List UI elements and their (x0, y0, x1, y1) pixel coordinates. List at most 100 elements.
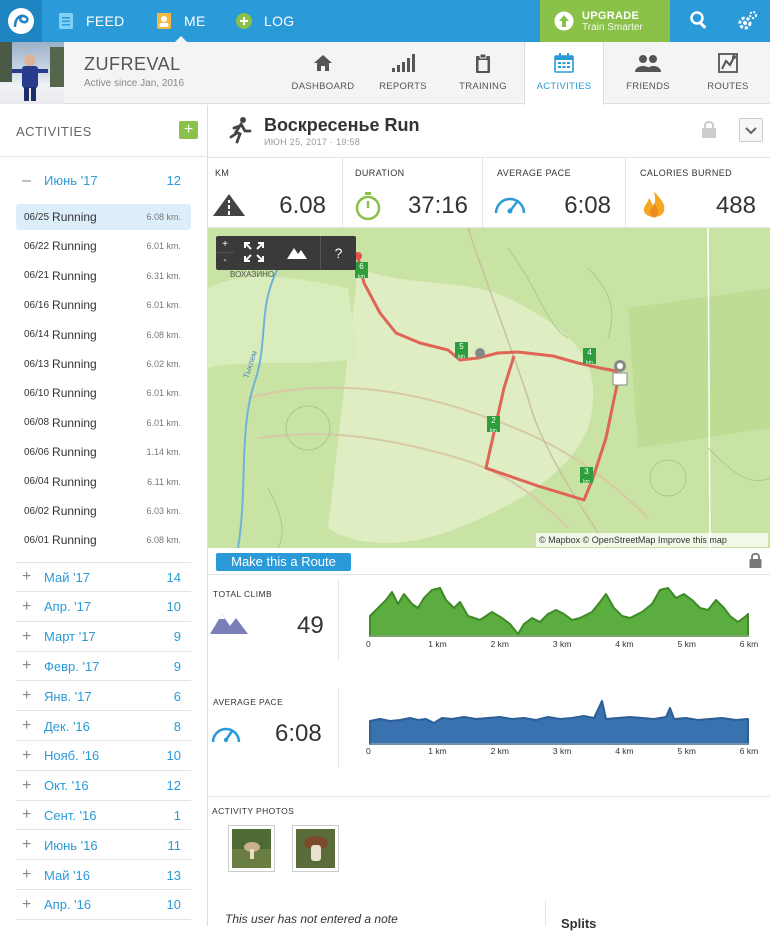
activity-list-item[interactable]: 06/10 Running 6.01 km. (16, 380, 191, 406)
activity-list-item[interactable]: 06/01 Running 6.08 km. (16, 527, 191, 553)
expand-plus-icon[interactable]: + (16, 657, 44, 675)
month-group[interactable]: + Окт. '16 12 (16, 772, 191, 801)
month-group[interactable]: + Нояб. '16 10 (16, 742, 191, 771)
photo-thumbnail[interactable] (292, 825, 339, 872)
mountain-icon (210, 614, 248, 634)
tab-training[interactable]: TRAINING (443, 42, 523, 104)
tab-dashboard[interactable]: DASHBOARD (283, 42, 363, 104)
lock-icon[interactable] (701, 121, 717, 144)
tab-reports[interactable]: REPORTS (363, 42, 443, 104)
map-lock-icon[interactable] (749, 552, 762, 573)
tab-activities[interactable]: ACTIVITIES (524, 42, 604, 105)
month-group[interactable]: + Июнь '16 11 (16, 831, 191, 861)
activity-list-item[interactable]: 06/06 Running 1.14 km. (16, 439, 191, 465)
activity-list-item[interactable]: 06/08 Running 6.01 km. (16, 410, 191, 436)
activity-list-item[interactable]: 06/04 Running 6.11 km. (16, 469, 191, 495)
route-map[interactable] (208, 228, 770, 548)
search-icon[interactable] (690, 11, 708, 34)
fullscreen-icon[interactable] (244, 242, 264, 267)
activity-type: Running (52, 415, 97, 430)
route-map-icon (718, 53, 738, 73)
settings-gear-icon[interactable] (736, 10, 758, 37)
month-group[interactable]: + Май '17 14 (16, 563, 191, 592)
x-tick-label: 5 km (677, 746, 696, 756)
km-marker-5[interactable]: 5 km (455, 342, 468, 360)
month-group[interactable]: + Янв. '17 6 (16, 682, 191, 712)
expand-plus-icon[interactable]: + (16, 628, 44, 646)
expand-plus-icon[interactable]: + (16, 866, 44, 884)
activity-list-item[interactable]: 06/13 Running 6.02 km. (16, 351, 191, 377)
activity-type: Running (52, 504, 97, 518)
stat-duration-label: DURATION (355, 168, 405, 178)
month-group[interactable]: + Март '17 9 (16, 623, 191, 652)
expand-plus-icon[interactable]: + (16, 598, 44, 616)
upgrade-button[interactable]: UPGRADE Train Smarter (540, 0, 670, 42)
zoom-out-button[interactable]: - (216, 253, 234, 270)
km-marker-4[interactable]: 4 km (583, 348, 596, 366)
nav-me-label: ME (184, 13, 206, 29)
activity-note: This user has not entered a note (225, 912, 398, 926)
divider (338, 580, 339, 660)
activity-list-item[interactable]: 06/16 Running 6.01 km. (16, 292, 191, 318)
month-group[interactable]: + Апр. '17 10 (16, 593, 191, 622)
month-group[interactable]: + Апр. '16 10 (16, 891, 191, 920)
nav-feed[interactable]: FEED (58, 0, 125, 42)
km-marker-3[interactable]: 3 km (580, 467, 593, 485)
avatar[interactable] (0, 42, 64, 104)
activity-menu-dropdown[interactable] (739, 118, 763, 142)
osm-attribution-link[interactable]: © OpenStreetMap (583, 535, 656, 545)
month-label: Июнь '17 (44, 173, 98, 188)
make-route-button[interactable]: Make this a Route (216, 553, 351, 571)
month-group[interactable]: + Май '16 13 (16, 861, 191, 890)
activity-list-item[interactable]: 06/22 Running 6.01 km. (16, 233, 191, 259)
month-group[interactable]: + Сент. '16 1 (16, 801, 191, 831)
photo-mushroom-cap (296, 829, 335, 868)
terrain-icon[interactable] (286, 244, 308, 265)
nav-log[interactable]: LOG (236, 0, 294, 42)
tab-activities-label: ACTIVITIES (536, 81, 592, 92)
activity-list-item[interactable]: 06/21 Running 6.31 km. (16, 263, 191, 289)
add-activity-button[interactable]: + (179, 121, 198, 139)
expand-plus-icon[interactable]: + (16, 717, 44, 735)
month-label: Янв. '17 (44, 688, 92, 704)
expand-plus-icon[interactable]: + (16, 896, 44, 914)
pace-speedometer-icon (211, 727, 241, 743)
tab-routes[interactable]: ROUTES (688, 42, 768, 104)
expand-plus-icon[interactable]: + (16, 806, 44, 824)
expand-plus-icon[interactable]: + (16, 747, 44, 765)
flame-icon (643, 191, 665, 218)
stat-km-value: 6.08 (279, 192, 326, 219)
expand-plus-icon[interactable]: + (16, 836, 44, 854)
nav-feed-label: FEED (86, 13, 125, 29)
upgrade-arrow-icon (554, 11, 574, 31)
photo-mushroom-grass (232, 829, 271, 868)
month-group[interactable]: + Дек. '16 8 (16, 712, 191, 741)
calendar-icon (554, 53, 574, 73)
improve-map-link[interactable]: Improve this map (658, 535, 727, 545)
activity-list-item[interactable]: 06/02 Running 6.03 km. (16, 498, 191, 524)
tab-routes-label: ROUTES (707, 81, 749, 92)
expand-plus-icon[interactable]: + (16, 777, 44, 795)
activity-list-item[interactable]: 06/25 Running 6.08 km. (16, 204, 191, 230)
expand-plus-icon[interactable]: + (16, 568, 44, 586)
zoom-in-button[interactable]: + (216, 236, 234, 253)
expand-plus-icon[interactable]: + (16, 687, 44, 705)
month-group-expanded[interactable]: – Июнь '17 12 (16, 166, 191, 195)
activity-distance: 1.14 km. (146, 447, 181, 458)
km-marker-start[interactable]: 6 km (355, 262, 368, 280)
activity-distance: 6.08 km. (146, 329, 181, 340)
activity-type: Running (52, 239, 97, 254)
tab-friends[interactable]: FRIENDS (608, 42, 688, 104)
collapse-toggle[interactable]: – (16, 172, 44, 190)
app-logo[interactable] (0, 0, 42, 42)
mapbox-attribution-link[interactable]: © Mapbox (539, 535, 580, 545)
photo-thumbnail[interactable] (228, 825, 275, 872)
activity-list-item[interactable]: 06/14 Running 6.08 km. (16, 322, 191, 348)
month-group[interactable]: + Февр. '17 9 (16, 652, 191, 682)
me-icon (156, 13, 172, 29)
stat-km-label: KM (215, 168, 230, 178)
x-tick-label: 0 (366, 746, 371, 756)
map-attribution: © Mapbox © OpenStreetMap Improve this ma… (536, 533, 768, 547)
km-marker-2[interactable]: 2 km (487, 416, 500, 434)
map-help-button[interactable]: ? (320, 236, 356, 270)
